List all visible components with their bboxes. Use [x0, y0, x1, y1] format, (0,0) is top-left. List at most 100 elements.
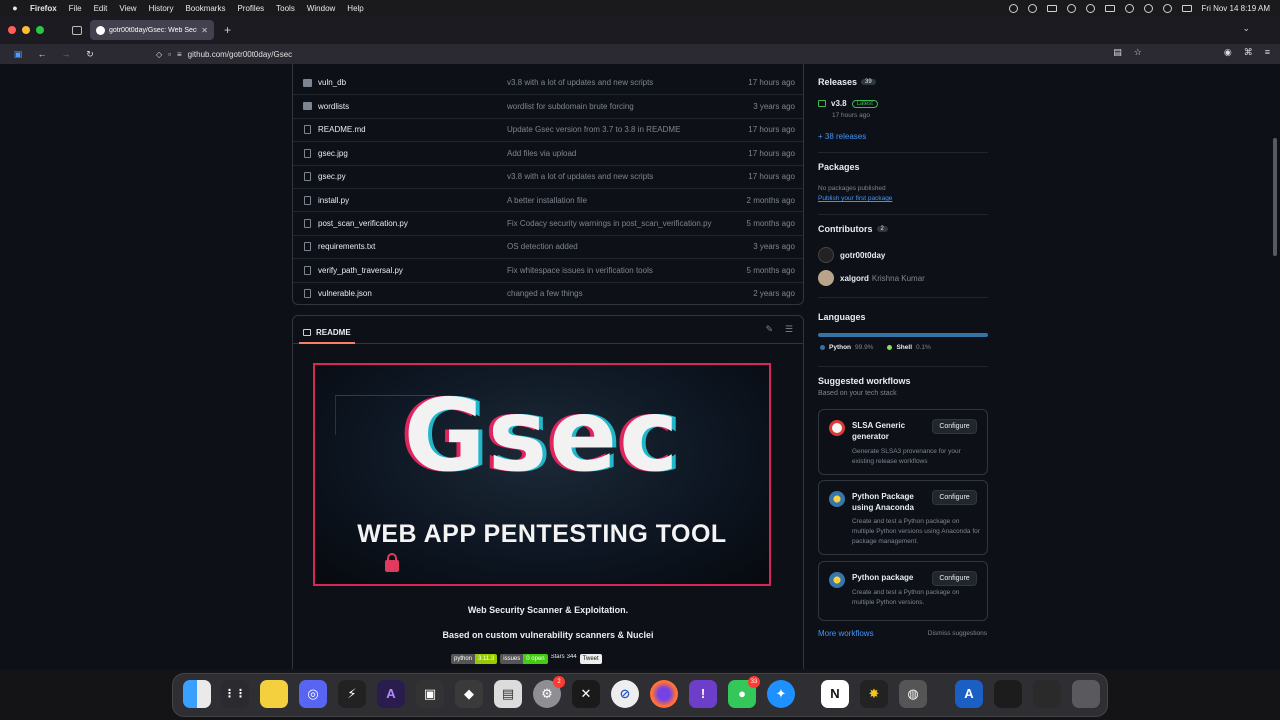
display-icon[interactable]	[1046, 4, 1057, 12]
trash-icon[interactable]	[1072, 680, 1100, 708]
back-icon[interactable]: ←	[36, 49, 48, 59]
reeder-icon[interactable]: ⚡	[338, 680, 366, 708]
commit-message[interactable]: v3.8 with a lot of updates and new scrip…	[507, 78, 653, 87]
latest-release[interactable]: v3.8 Latest	[818, 99, 878, 108]
file-name[interactable]: gsec.py	[318, 172, 346, 181]
file-row[interactable]: install.py A better installation file 2 mo…	[293, 188, 803, 211]
more-releases-link[interactable]: + 38 releases	[818, 132, 866, 141]
firefox-icon[interactable]	[650, 680, 678, 708]
new-tab-button[interactable]: +	[224, 23, 231, 37]
file-name[interactable]: post_scan_verification.py	[318, 219, 408, 228]
moon-icon[interactable]	[1066, 3, 1076, 13]
bookmark-star-icon[interactable]: ☆	[1134, 47, 1142, 58]
search-icon[interactable]	[1162, 3, 1172, 13]
outline-list-icon[interactable]: ☰	[785, 324, 793, 335]
menu-bookmarks[interactable]: Bookmarks	[185, 4, 225, 13]
file-name[interactable]: wordlists	[318, 102, 349, 111]
minimize-window-icon[interactable]	[22, 26, 30, 34]
contributor-login[interactable]: xalgord	[840, 274, 869, 283]
permissions-icon[interactable]: ≡	[177, 50, 182, 59]
sidebar-icon[interactable]: ▣	[12, 49, 24, 60]
clock[interactable]: Fri Nov 14 8:19 AM	[1202, 4, 1270, 13]
menu-window[interactable]: Window	[307, 4, 335, 13]
affinity-icon[interactable]: A	[377, 680, 405, 708]
dismiss-suggestions-button[interactable]: Dismiss suggestions	[928, 630, 987, 637]
discord-icon[interactable]: ◎	[299, 680, 327, 708]
file-row[interactable]: post_scan_verification.py Fix Codacy secu…	[293, 211, 803, 234]
packages-heading[interactable]: Packages	[818, 162, 860, 172]
apple-menu-icon[interactable]: ●	[0, 3, 30, 13]
commit-message[interactable]: Update Gsec version from 3.7 to 3.8 in R…	[507, 125, 680, 134]
headphones-icon[interactable]	[1085, 3, 1095, 13]
contributor-row[interactable]: xalgord Krishna Kumar	[818, 270, 925, 286]
file-name[interactable]: vulnerable.json	[318, 289, 372, 298]
edit-pencil-icon[interactable]: ✎	[765, 324, 773, 335]
record-icon[interactable]	[1008, 3, 1018, 13]
screenshot-icon[interactable]: ▣	[416, 680, 444, 708]
sidebar-toggle-icon[interactable]	[72, 25, 82, 35]
app-purple-icon[interactable]: !	[689, 680, 717, 708]
browser-tab[interactable]: gotr00t0day/Gsec: Web Securit ✕	[90, 20, 214, 40]
commit-message[interactable]: A better installation file	[507, 196, 587, 205]
file-name[interactable]: verify_path_traversal.py	[318, 266, 403, 275]
configure-button[interactable]: Configure	[932, 571, 977, 586]
control-center-icon[interactable]	[1181, 4, 1192, 12]
avatar[interactable]	[818, 247, 834, 263]
publish-package-link[interactable]: Publish your first package	[818, 195, 892, 202]
commit-message[interactable]: Fix Codacy security warnings in post_sca…	[507, 219, 712, 228]
app-store-icon[interactable]: A	[955, 680, 983, 708]
readme-tab[interactable]: README	[299, 322, 355, 344]
releases-heading[interactable]: Releases 39	[818, 77, 876, 87]
file-row[interactable]: vuln_db v3.8 with a lot of updates and ne…	[293, 71, 803, 94]
cube-app-icon[interactable]: ◆	[455, 680, 483, 708]
page-scrollbar[interactable]	[1273, 138, 1277, 256]
messages-icon[interactable]: ● 33	[728, 676, 760, 708]
wifi-icon[interactable]	[1143, 3, 1153, 13]
close-window-icon[interactable]	[8, 26, 16, 34]
blocker-icon[interactable]: ⊘	[611, 680, 639, 708]
menu-file[interactable]: File	[69, 4, 82, 13]
close-tab-icon[interactable]: ✕	[201, 26, 208, 35]
shield-icon[interactable]	[1027, 3, 1037, 13]
downloads-stack-icon[interactable]	[994, 680, 1022, 708]
reader-view-icon[interactable]: ▤	[1113, 47, 1122, 58]
file-name[interactable]: vuln_db	[318, 78, 346, 87]
configure-button[interactable]: Configure	[932, 419, 977, 434]
commit-message[interactable]: Fix whitespace issues in verification to…	[507, 266, 653, 275]
battery-icon[interactable]	[1104, 4, 1115, 12]
extensions-icon[interactable]: ⌘	[1244, 47, 1253, 58]
file-row[interactable]: gsec.jpg Add files via upload 17 hours ago	[293, 141, 803, 164]
language-python[interactable]: Python 99.9%	[820, 344, 873, 351]
tracking-shield-icon[interactable]: ◇	[156, 50, 162, 59]
issues-badge[interactable]: issues 0 open	[500, 654, 548, 664]
file-row[interactable]: README.md Update Gsec version from 3.7 to…	[293, 117, 803, 141]
file-name[interactable]: requirements.txt	[318, 242, 375, 251]
menu-history[interactable]: History	[149, 4, 174, 13]
file-row[interactable]: verify_path_traversal.py Fix whitespace i…	[293, 258, 803, 281]
commit-message[interactable]: wordlist for subdomain brute forcing	[507, 102, 634, 111]
capcut-icon[interactable]: ✕	[572, 680, 600, 708]
commit-message[interactable]: changed a few things	[507, 289, 583, 298]
finder-icon[interactable]	[183, 680, 211, 708]
file-name[interactable]: README.md	[318, 125, 366, 134]
notes-icon[interactable]	[260, 680, 288, 708]
release-version[interactable]: v3.8	[831, 99, 847, 108]
contributor-row[interactable]: gotr00t0day	[818, 247, 885, 263]
lock-icon[interactable]: ▫	[168, 50, 171, 59]
zoom-window-icon[interactable]	[36, 26, 44, 34]
file-name[interactable]: gsec.jpg	[318, 149, 348, 158]
safari-icon[interactable]: ✦	[767, 680, 795, 708]
file-row[interactable]: gsec.py v3.8 with a lot of updates and ne…	[293, 164, 803, 188]
commit-message[interactable]: Add files via upload	[507, 149, 576, 158]
launchpad-icon[interactable]: ⋮⋮	[221, 680, 249, 708]
notion-icon[interactable]: N	[821, 680, 849, 708]
url-bar[interactable]: ◇ ▫ ≡ github.com/gotr00t0day/Gsec	[150, 46, 1140, 62]
settings-icon[interactable]: ⚙ 2	[533, 676, 565, 708]
commit-message[interactable]: v3.8 with a lot of updates and new scrip…	[507, 172, 653, 181]
menu-tools[interactable]: Tools	[276, 4, 295, 13]
menu-help[interactable]: Help	[347, 4, 363, 13]
contributor-login[interactable]: gotr00t0day	[840, 251, 885, 260]
menu-edit[interactable]: Edit	[94, 4, 108, 13]
configure-button[interactable]: Configure	[932, 490, 977, 505]
app-menu[interactable]: Firefox	[30, 4, 57, 13]
